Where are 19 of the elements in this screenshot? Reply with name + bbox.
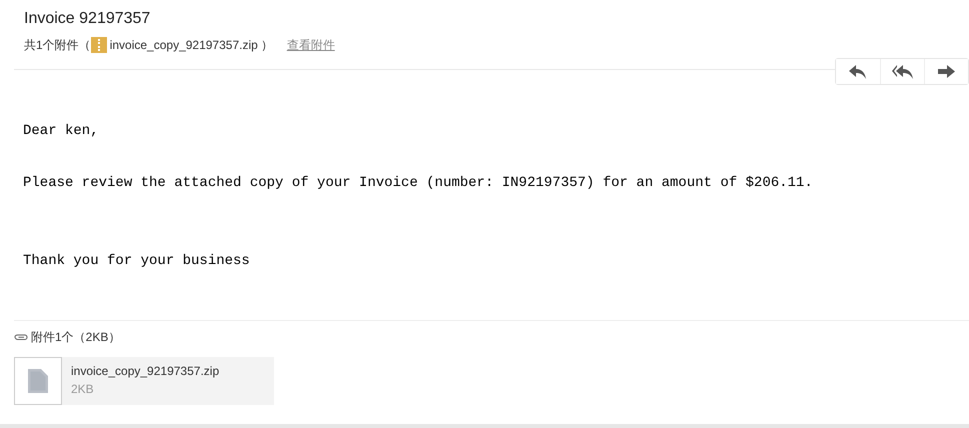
reply-all-icon [892, 64, 914, 78]
attachment-count-close: ） [260, 37, 273, 53]
email-subject: Invoice 92197357 [24, 9, 152, 29]
message-text: Please review the attached copy of your Invoice (number: IN92197357) for an amount of $206.11. [23, 174, 814, 192]
reply-icon [849, 64, 867, 78]
forward-icon [938, 65, 955, 78]
attachment-size: 2KB [71, 381, 95, 397]
forward-button[interactable] [924, 59, 968, 84]
file-icon [28, 369, 48, 393]
paperclip-icon [14, 333, 28, 341]
view-attachments-link[interactable]: 查看附件 [286, 37, 335, 53]
message-text: Thank you for your business [23, 252, 251, 270]
attachment-count: 共1个附件（ [24, 37, 91, 53]
attachments-heading: 附件1个（2KB） [31, 329, 120, 345]
attachment-card[interactable]: invoice_copy_92197357.zip 2KB [14, 357, 274, 405]
attachment-name: invoice_copy_92197357.zip [71, 363, 220, 379]
zip-icon [90, 37, 107, 53]
attachment-file-name[interactable]: invoice_copy_92197357.zip [110, 37, 258, 53]
message-text: Dear ken, [23, 122, 100, 140]
